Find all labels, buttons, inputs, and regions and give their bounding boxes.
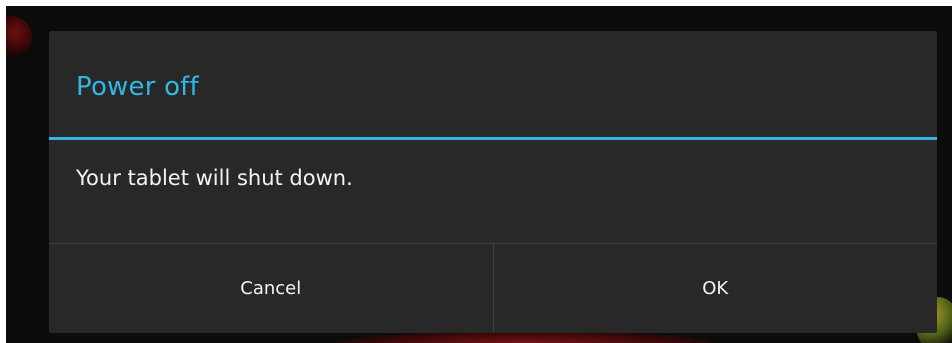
dialog-title: Power off [76,72,199,102]
dialog-message: Your tablet will shut down. [76,166,353,190]
title-divider [49,137,937,140]
power-off-dialog: Power off Your tablet will shut down. Ca… [49,31,937,333]
wallpaper-detail [6,16,32,58]
dialog-header: Power off [49,31,937,137]
ok-button[interactable]: OK [494,244,938,333]
dialog-button-bar: Cancel OK [49,244,937,333]
cancel-button[interactable]: Cancel [49,244,493,333]
